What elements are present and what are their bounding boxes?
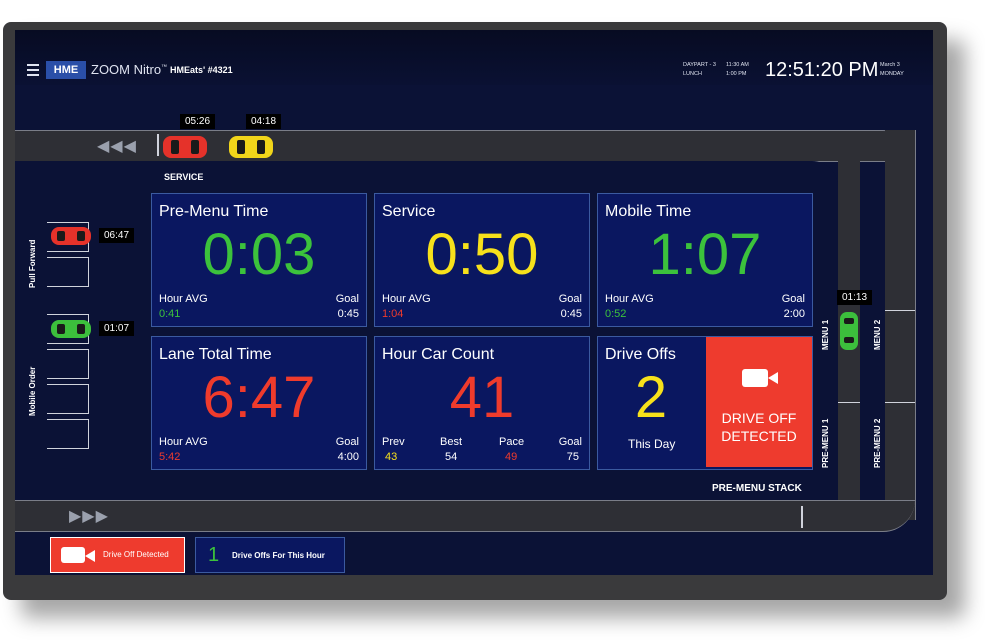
premenu-divider: [801, 506, 803, 528]
tab-drive-offs-for-this-hour[interactable]: 1 Drive Offs For This Hour: [195, 537, 345, 573]
tile-title: Mobile Time: [605, 203, 692, 220]
product-name: ZOOM Nitro™: [91, 62, 168, 77]
video-camera-icon: [742, 369, 778, 387]
premenu-stack-label: PRE-MENU STACK: [712, 483, 802, 494]
goal-value: 4:00: [337, 451, 359, 463]
tile-title: Lane Total Time: [159, 346, 272, 363]
car-timer: 05:26: [180, 114, 216, 129]
goal-label: Goal: [335, 436, 359, 448]
goal-label: Goal: [781, 293, 805, 305]
tile-lane-total-time[interactable]: Lane Total Time 6:47 Hour AVG 5:42 Goal …: [151, 336, 367, 470]
store-name: HMEats' #4321: [170, 65, 233, 75]
video-camera-icon: [61, 547, 95, 563]
mobile-order-slot: [47, 419, 89, 449]
hour-avg-value: 5:42: [159, 451, 181, 463]
lane-track-bottom: [15, 500, 915, 532]
goal-label: Goal: [558, 293, 582, 305]
tile-value: 41: [449, 365, 515, 430]
drive-offs-subtitle: This Day: [628, 437, 676, 451]
pace-value: 49: [505, 451, 518, 463]
tile-value: 1:07: [648, 222, 762, 287]
tile-value: 0:03: [202, 222, 316, 287]
goal-value: 75: [566, 451, 579, 463]
goal-value: 0:45: [337, 308, 359, 320]
hour-avg-value: 0:52: [605, 308, 627, 320]
tile-premenu-time[interactable]: Pre-Menu Time 0:03 Hour AVG 0:41 Goal 0:…: [151, 193, 367, 327]
clock: 12:51:20 PM: [765, 59, 879, 81]
daypart: DAYPART - 3 LUNCH: [683, 62, 716, 77]
top-bar: HME ZOOM Nitro™ HMEats' #4321 DAYPART - …: [15, 30, 933, 85]
tile-service[interactable]: Service 0:50 Hour AVG 1:04 Goal 0:45: [374, 193, 590, 327]
car-yellow-service[interactable]: [229, 136, 273, 158]
premenu2-label: PRE-MENU 2: [873, 418, 882, 468]
tile-title: Drive Offs: [605, 346, 676, 363]
pull-forward-label: Pull Forward: [28, 239, 37, 288]
arrows-right-icon: ▶▶▶: [69, 508, 109, 525]
tab-label: Drive Off Detected: [103, 550, 169, 559]
tile-mobile-time[interactable]: Mobile Time 1:07 Hour AVG 0:52 Goal 2:00: [597, 193, 813, 327]
service-label: SERVICE: [164, 172, 204, 182]
prev-value: 43: [385, 451, 398, 463]
car-timer: 04:18: [246, 114, 282, 129]
lane-divider: [885, 310, 915, 311]
car-timer: 06:47: [99, 228, 135, 243]
tile-value: 6:47: [202, 365, 316, 430]
alert-text: DRIVE OFF DETECTED: [721, 410, 797, 444]
tab-drive-off-detected[interactable]: Drive Off Detected: [50, 537, 185, 573]
menu2-label: MENU 2: [873, 319, 882, 350]
tile-title: Hour Car Count: [382, 346, 495, 363]
menu1-label: MENU 1: [821, 319, 830, 350]
lane-divider: [885, 402, 915, 403]
tile-value: 2: [634, 365, 668, 430]
arrows-left-icon: ◀◀◀: [97, 138, 137, 155]
mobile-order-slot: [47, 349, 89, 379]
mobile-order-label: Mobile Order: [28, 366, 37, 416]
tile-title: Service: [382, 203, 436, 220]
tile-value: 0:50: [425, 222, 539, 287]
pace-label: Pace: [499, 436, 525, 448]
goal-value: 0:45: [560, 308, 582, 320]
drive-offs-hour-count: 1: [208, 544, 220, 566]
lane-divider: [838, 402, 860, 403]
hour-avg-value: 1:04: [382, 308, 404, 320]
goal-label: Goal: [335, 293, 359, 305]
daypart-time-range: 11:30 AM 1:00 PM: [726, 62, 749, 77]
mobile-order-slot: [47, 384, 89, 414]
hour-avg-label: Hour AVG: [159, 293, 208, 305]
tile-title: Pre-Menu Time: [159, 203, 269, 220]
pull-forward-slot: [47, 257, 89, 287]
car-green-mobile[interactable]: [51, 320, 91, 338]
hour-avg-label: Hour AVG: [382, 293, 431, 305]
car-red-service[interactable]: [163, 136, 207, 158]
hour-avg-value: 0:41: [159, 308, 181, 320]
tile-hour-car-count[interactable]: Hour Car Count 41 Prev 43 Best 54 Pace 4…: [374, 336, 590, 470]
car-timer: 01:07: [99, 321, 135, 336]
best-value: 54: [445, 451, 458, 463]
service-divider: [157, 134, 159, 156]
dashboard-screen: HME ZOOM Nitro™ HMEats' #4321 DAYPART - …: [15, 30, 933, 575]
car-green-menu[interactable]: [840, 312, 858, 350]
best-label: Best: [440, 436, 463, 448]
tab-label: Drive Offs For This Hour: [232, 551, 325, 560]
lane-track-top: [15, 130, 915, 162]
prev-label: Prev: [382, 436, 405, 448]
date: March 3 MONDAY: [880, 62, 904, 77]
premenu1-label: PRE-MENU 1: [821, 418, 830, 468]
menu-icon[interactable]: [27, 64, 39, 76]
car-red-pull-forward[interactable]: [51, 227, 91, 245]
hour-avg-label: Hour AVG: [159, 436, 208, 448]
brand-logo: HME: [46, 61, 86, 79]
goal-label: Goal: [558, 436, 582, 448]
lane-track-right-outer: [885, 130, 916, 520]
hour-avg-label: Hour AVG: [605, 293, 654, 305]
goal-value: 2:00: [783, 308, 805, 320]
car-timer: 01:13: [837, 290, 873, 305]
drive-off-alert[interactable]: DRIVE OFF DETECTED: [706, 337, 812, 467]
